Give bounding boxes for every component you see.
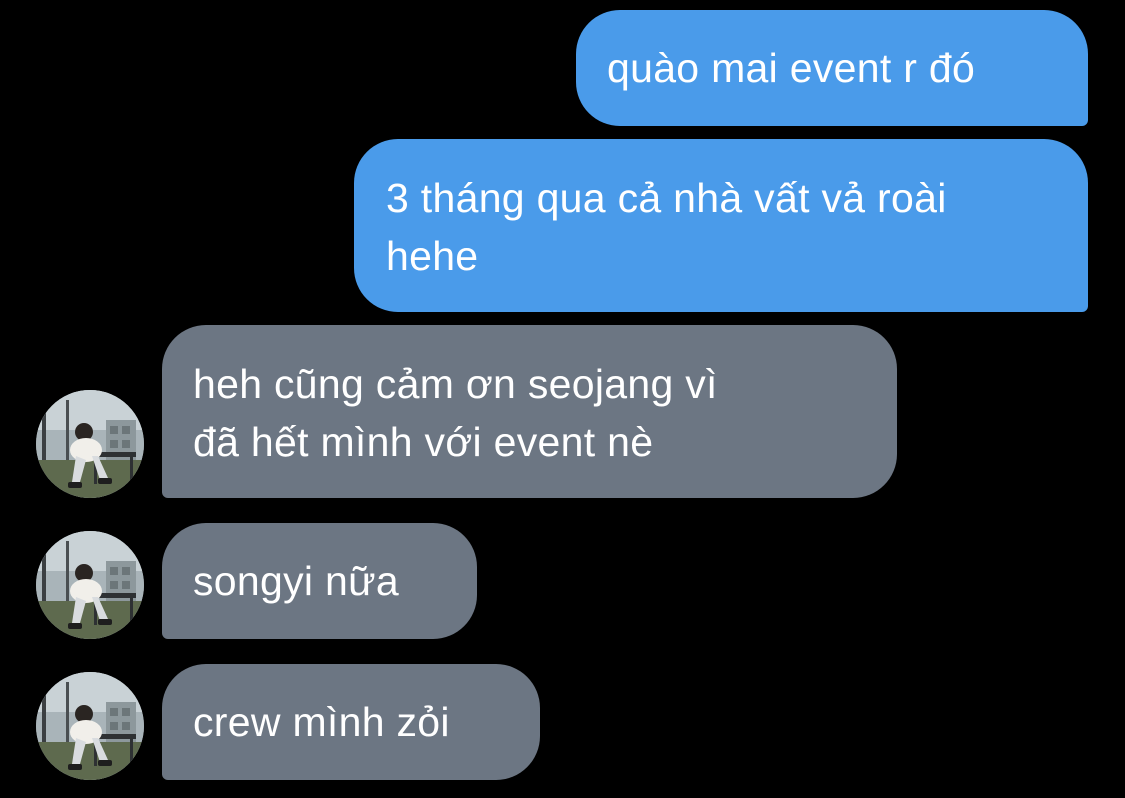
chat-thread: quào mai event r đó 3 tháng qua cả nhà v… — [0, 0, 1125, 798]
sent-message-bubble[interactable]: 3 tháng qua cả nhà vất vả roài hehe — [354, 139, 1088, 312]
message-text: hehe — [386, 233, 479, 279]
message-text: đã hết mình với event nè — [193, 419, 654, 465]
message-text: quào mai event r đó — [607, 45, 976, 91]
received-message-bubble[interactable]: heh cũng cảm ơn seojang vì đã hết mình v… — [162, 325, 897, 498]
avatar-photo — [36, 672, 144, 780]
message-text: heh cũng cảm ơn seojang vì — [193, 361, 718, 407]
message-text: crew mình zỏi — [193, 699, 450, 745]
contact-avatar-icon[interactable] — [36, 672, 144, 780]
received-message-bubble[interactable]: crew mình zỏi — [162, 664, 540, 780]
avatar-photo — [36, 531, 144, 639]
received-message-bubble[interactable]: songyi nữa — [162, 523, 477, 639]
avatar-photo — [36, 390, 144, 498]
message-text: 3 tháng qua cả nhà vất vả roài — [386, 175, 947, 221]
contact-avatar-icon[interactable] — [36, 390, 144, 498]
message-text: songyi nữa — [193, 558, 399, 604]
sent-message-bubble[interactable]: quào mai event r đó — [576, 10, 1088, 126]
contact-avatar-icon[interactable] — [36, 531, 144, 639]
